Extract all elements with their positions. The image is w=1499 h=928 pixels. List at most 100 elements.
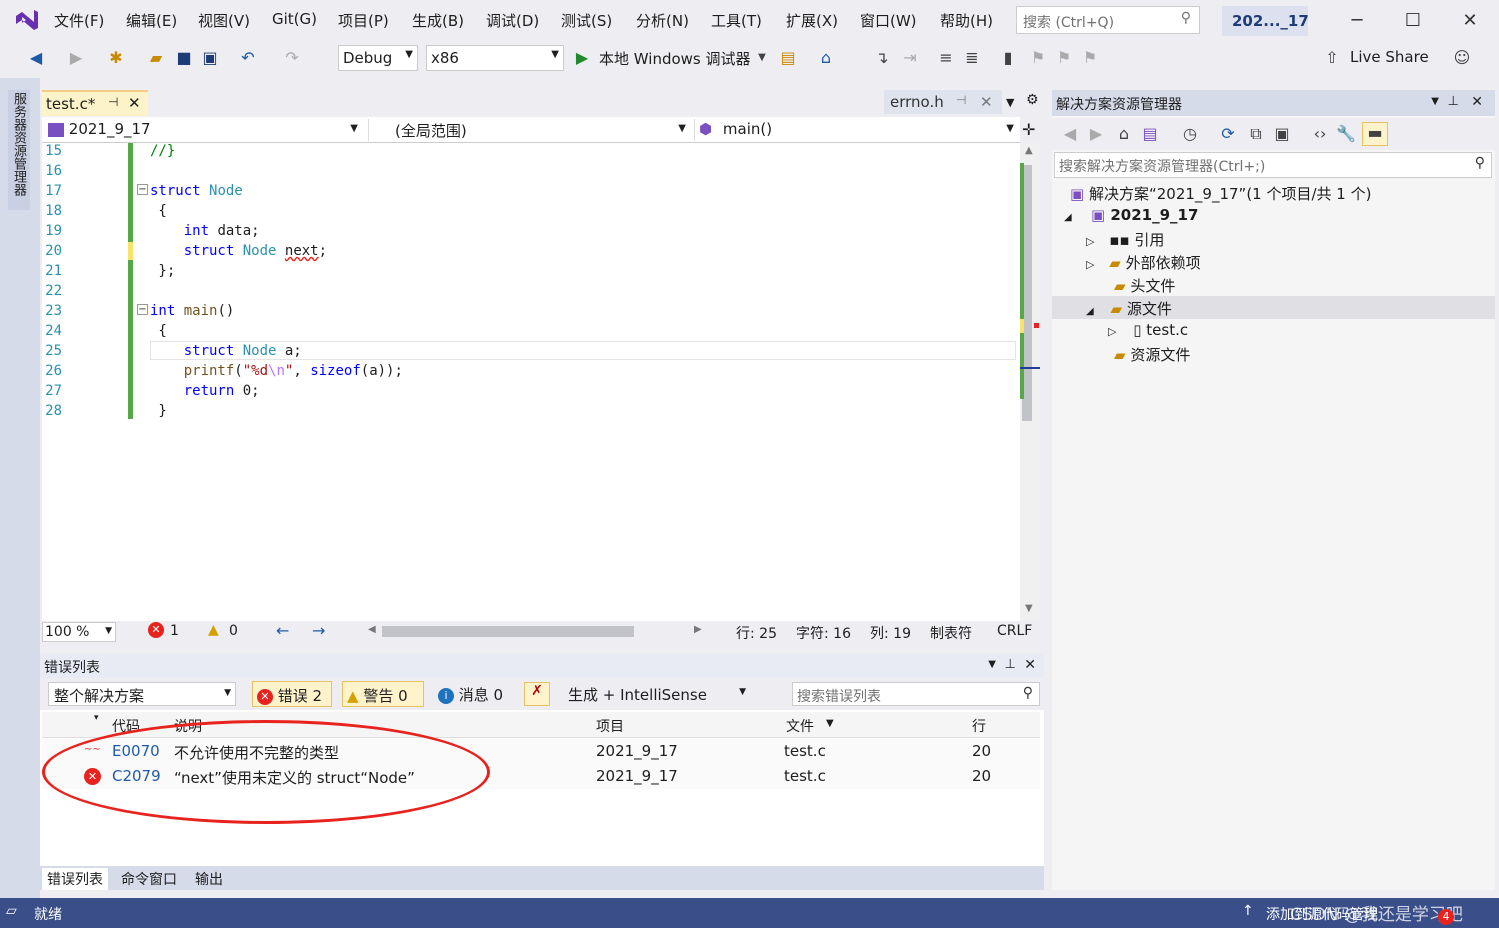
menu-test[interactable]: 测试(S): [561, 10, 612, 31]
expanded-arrow-icon[interactable]: ◢: [1064, 212, 1072, 223]
menu-git[interactable]: Git(G): [272, 10, 317, 28]
minimize-button[interactable]: ─: [1342, 10, 1372, 31]
back-icon[interactable]: ◀: [26, 48, 46, 68]
menu-debug[interactable]: 调试(D): [486, 10, 539, 31]
scroll-up-icon[interactable]: ▲: [1025, 145, 1033, 156]
prev-bookmark-icon[interactable]: ⚑: [1028, 48, 1048, 68]
tabs-indicator[interactable]: 制表符: [930, 623, 972, 643]
menu-edit[interactable]: 编辑(E): [126, 10, 177, 31]
tab-error-list[interactable]: 错误列表: [42, 868, 108, 890]
start-debugging-icon[interactable]: ▶: [572, 48, 592, 68]
clear-bookmarks-icon[interactable]: ⚑: [1080, 48, 1100, 68]
close-icon[interactable]: ✕: [1471, 94, 1483, 110]
comment-icon[interactable]: ≡: [936, 48, 956, 68]
warnings-filter-button[interactable]: ▲ 警告 0: [342, 681, 424, 707]
column-project[interactable]: 项目: [596, 716, 624, 736]
server-explorer-tab[interactable]: 服务器资源管理器: [8, 90, 30, 210]
visual-studio-logo-icon[interactable]: [14, 8, 40, 32]
menu-file[interactable]: 文件(F): [54, 10, 104, 31]
menu-window[interactable]: 窗口(W): [860, 10, 917, 31]
global-search-input[interactable]: 搜索 (Ctrl+Q) ⚲: [1016, 6, 1200, 34]
horizontal-scroll-thumb[interactable]: [382, 626, 634, 637]
tab-output[interactable]: 输出: [190, 868, 228, 890]
errors-filter-button[interactable]: ✕ 错误 2: [252, 681, 332, 707]
expanded-arrow-icon[interactable]: ◢: [1086, 306, 1094, 317]
close-icon[interactable]: ✕: [980, 93, 993, 111]
next-bookmark-icon[interactable]: ⚑: [1054, 48, 1074, 68]
collapse-icon[interactable]: −: [137, 304, 148, 315]
tree-source-files[interactable]: ◢ ▰ 源文件: [1052, 296, 1495, 319]
menu-analyze[interactable]: 分析(N): [636, 10, 689, 31]
prev-issue-arrow-icon[interactable]: ←: [276, 621, 289, 640]
tab-errno-h[interactable]: errno.h ⊣ ✕: [884, 90, 1002, 114]
notification-badge[interactable]: 4: [1438, 909, 1454, 925]
pending-changes-icon[interactable]: ◷: [1180, 124, 1200, 144]
scope-dropdown[interactable]: 整个解决方案 ▼: [48, 682, 236, 706]
pin-icon[interactable]: ⊣: [956, 93, 966, 107]
save-icon[interactable]: ■: [174, 48, 194, 68]
menu-extensions[interactable]: 扩展(X): [786, 10, 838, 31]
tree-header-files[interactable]: ▰ 头文件: [1114, 275, 1175, 296]
redo-icon[interactable]: ↷: [282, 48, 302, 68]
browse-folder-icon[interactable]: ▤: [778, 48, 798, 68]
tab-command-window[interactable]: 命令窗口: [116, 868, 182, 890]
solution-search-input[interactable]: 搜索解决方案资源管理器(Ctrl+;) ⚲: [1054, 152, 1492, 178]
open-folder-icon[interactable]: ▰: [146, 48, 166, 68]
close-icon[interactable]: ✕: [128, 94, 141, 112]
undo-icon[interactable]: ↶: [238, 48, 258, 68]
error-search-input[interactable]: 搜索错误列表 ⚲: [792, 682, 1040, 706]
preview-icon[interactable]: ▬: [1362, 122, 1388, 146]
column-line[interactable]: 行: [972, 716, 986, 736]
split-icon[interactable]: ✛: [1022, 120, 1035, 139]
column-file[interactable]: 文件: [786, 716, 814, 736]
tree-references[interactable]: ▷ ▪▪ 引用: [1086, 229, 1164, 250]
tree-resource-files[interactable]: ▰ 资源文件: [1114, 344, 1190, 365]
step-over-icon[interactable]: ⇥: [900, 48, 920, 68]
warning-count[interactable]: 0: [229, 623, 238, 639]
save-all-icon[interactable]: ▣: [200, 48, 220, 68]
scroll-right-icon[interactable]: ▶: [694, 624, 702, 635]
collapsed-arrow-icon[interactable]: ▷: [1108, 325, 1116, 338]
view-code-icon[interactable]: ‹›: [1310, 124, 1330, 144]
switch-views-icon[interactable]: ▤: [1140, 124, 1160, 144]
pin-icon[interactable]: ⊥: [1448, 94, 1459, 109]
editor-vertical-scrollbar[interactable]: ▲ ▼: [1020, 143, 1040, 621]
start-debugger-button[interactable]: 本地 Windows 调试器: [599, 48, 751, 69]
collapse-all-icon[interactable]: ⧉: [1246, 124, 1266, 144]
bookmark-icon[interactable]: ▮: [998, 48, 1018, 68]
platform-dropdown[interactable]: x86 ▼: [426, 45, 564, 71]
filter-icon[interactable]: ✗: [524, 682, 550, 706]
scope-nav-dropdown[interactable]: (全局范围) ▼: [368, 119, 690, 141]
chevron-down-icon[interactable]: ▼: [752, 48, 772, 68]
gear-icon[interactable]: ⚙: [1026, 92, 1039, 108]
close-icon[interactable]: ✕: [1024, 657, 1036, 673]
member-nav-dropdown[interactable]: ⬢ main() ▼: [694, 119, 1018, 141]
home-window-icon[interactable]: ⌂: [816, 48, 836, 68]
tree-solution[interactable]: ▣ 解决方案“2021_9_17”(1 个项目/共 1 个): [1070, 183, 1371, 204]
close-window-button[interactable]: ✕: [1455, 10, 1485, 31]
next-issue-arrow-icon[interactable]: →: [312, 621, 325, 640]
project-nav-dropdown[interactable]: 2021_9_17 ▼: [44, 119, 362, 141]
tree-test-c[interactable]: ▷ ▯ test.c: [1108, 321, 1188, 339]
uncomment-icon[interactable]: ≣: [962, 48, 982, 68]
pin-icon[interactable]: ⊥: [1005, 657, 1016, 672]
back-icon[interactable]: ◀: [1060, 124, 1080, 144]
tree-external-deps[interactable]: ▷ ▰ 外部依赖项: [1086, 252, 1201, 273]
warning-icon[interactable]: ▲: [208, 622, 219, 638]
step-into-icon[interactable]: ↴: [872, 48, 892, 68]
menu-view[interactable]: 视图(V): [198, 10, 250, 31]
chevron-down-icon[interactable]: ▼: [1431, 96, 1439, 107]
menu-build[interactable]: 生成(B): [412, 10, 464, 31]
feedback-icon[interactable]: ☺: [1452, 48, 1472, 68]
tree-project[interactable]: ◢ ▣ 2021_9_17: [1064, 206, 1198, 224]
menu-help[interactable]: 帮助(H): [940, 10, 993, 31]
new-project-icon[interactable]: ✱: [106, 48, 126, 68]
zoom-dropdown[interactable]: 100 % ▼: [42, 622, 116, 642]
live-share-button[interactable]: Live Share: [1350, 48, 1429, 66]
forward-icon[interactable]: ▶: [66, 48, 86, 68]
wrench-icon[interactable]: 🔧: [1336, 124, 1356, 144]
scroll-down-icon[interactable]: ▼: [1025, 603, 1033, 614]
menu-tools[interactable]: 工具(T): [711, 10, 762, 31]
chevron-down-icon[interactable]: ▼: [988, 659, 996, 670]
show-all-files-icon[interactable]: ▣: [1272, 124, 1292, 144]
